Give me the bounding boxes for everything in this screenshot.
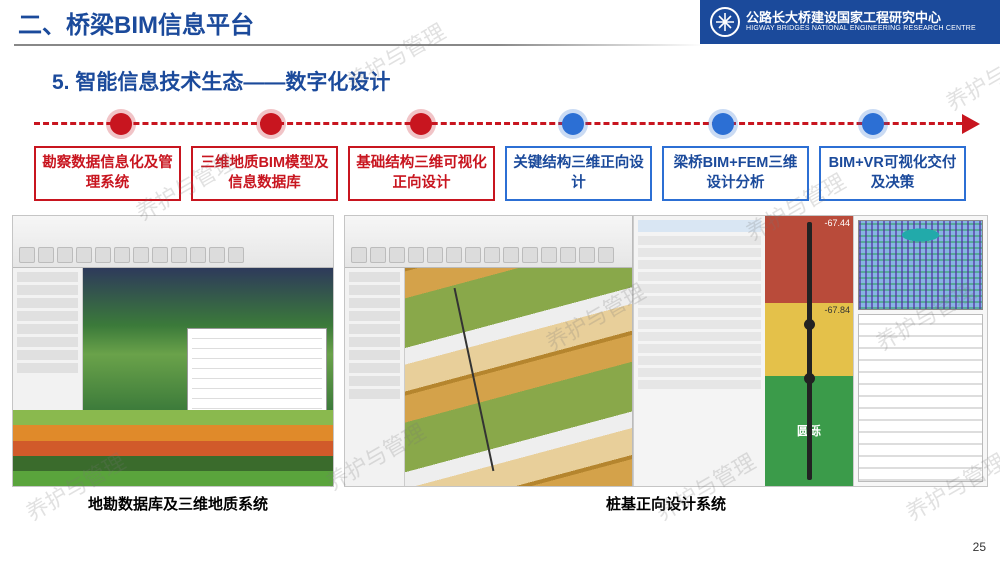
toolbar-button-icon [465,247,481,263]
timeline-dot-5 [712,113,734,135]
pile-axis-icon [454,287,495,471]
toolbar-button-icon [370,247,386,263]
app-toolbar [13,216,333,268]
toolbar-button-icon [152,247,168,263]
timeline-box-4: 关键结构三维正向设计 [505,146,652,201]
screenshots-row: -67.44 -67.84 圆砾 [0,201,1000,487]
pile-section-3d-view [405,268,632,486]
geology-3d-view [83,268,333,412]
slide-subtitle: 5. 智能信息技术生态——数字化设计 [0,46,1000,106]
timeline-dot-3 [410,113,432,135]
timeline-dot-1 [110,113,132,135]
page-number: 25 [973,540,986,554]
toolbar-button-icon [76,247,92,263]
captions-row: 地勘数据库及三维地质系统 桩基正向设计系统 [0,487,1000,514]
toolbar-button-icon [133,247,149,263]
toolbar-button-icon [541,247,557,263]
timeline-dot-6 [862,113,884,135]
arrowhead-icon [962,114,980,134]
toolbar-button-icon [598,247,614,263]
analysis-outputs [853,216,987,486]
timeline-boxes: 勘察数据信息化及管理系统 三维地质BIM模型及信息数据库 基础结构三维可视化正向… [0,146,1000,201]
pile-design-main [345,216,633,486]
timeline-dot-2 [260,113,282,135]
app-toolbar [345,216,632,268]
org-name-cn: 公路长大桥建设国家工程研究中心 [746,11,976,25]
slide-header: 二、桥梁BIM信息平台 公路长大桥建设国家工程研究中心 HIGWAY BRIDG… [0,0,1000,44]
fem-mesh-view [858,220,983,310]
section-title: 二、桥梁BIM信息平台 [0,5,700,40]
toolbar-button-icon [484,247,500,263]
caption-right: 桩基正向设计系统 [344,493,988,514]
timeline-box-2: 三维地质BIM模型及信息数据库 [191,146,338,201]
org-name-en: HIGWAY BRIDGES NATIONAL ENGINEERING RESE… [746,25,976,33]
toolbar-button-icon [95,247,111,263]
screenshot-geology-system [12,215,334,487]
toolbar-button-icon [209,247,225,263]
toolbar-button-icon [38,247,54,263]
rebar-drawing-view [858,314,983,482]
timeline-dot-4 [562,113,584,135]
pile-node-icon [804,319,815,330]
timeline-box-5: 梁桥BIM+FEM三维设计分析 [662,146,809,201]
toolbar-button-icon [171,247,187,263]
toolbar-button-icon [114,247,130,263]
process-timeline [34,110,974,138]
properties-panel [13,268,83,412]
timeline-box-6: BIM+VR可视化交付及决策 [819,146,966,201]
toolbar-button-icon [228,247,244,263]
toolbar-button-icon [389,247,405,263]
pile-rod-icon [807,222,812,480]
project-browser-panel [345,268,405,486]
toolbar-button-icon [408,247,424,263]
org-logo-icon [710,7,740,37]
caption-left: 地勘数据库及三维地质系统 [12,493,344,514]
org-banner: 公路长大桥建设国家工程研究中心 HIGWAY BRIDGES NATIONAL … [700,0,1000,44]
toolbar-button-icon [560,247,576,263]
toolbar-button-icon [503,247,519,263]
toolbar-button-icon [351,247,367,263]
timeline-box-3: 基础结构三维可视化正向设计 [348,146,495,201]
toolbar-button-icon [579,247,595,263]
toolbar-button-icon [57,247,73,263]
toolbar-button-icon [522,247,538,263]
soil-column-view: -67.44 -67.84 圆砾 [765,216,853,486]
timeline-line [34,122,962,125]
toolbar-button-icon [427,247,443,263]
timeline-box-1: 勘察数据信息化及管理系统 [34,146,181,201]
toolbar-button-icon [190,247,206,263]
toolbar-button-icon [446,247,462,263]
strata-section-view [13,410,333,486]
pile-node-icon [804,373,815,384]
parameters-panel [633,216,765,486]
toolbar-button-icon [19,247,35,263]
screenshot-pile-design: -67.44 -67.84 圆砾 [344,215,988,487]
